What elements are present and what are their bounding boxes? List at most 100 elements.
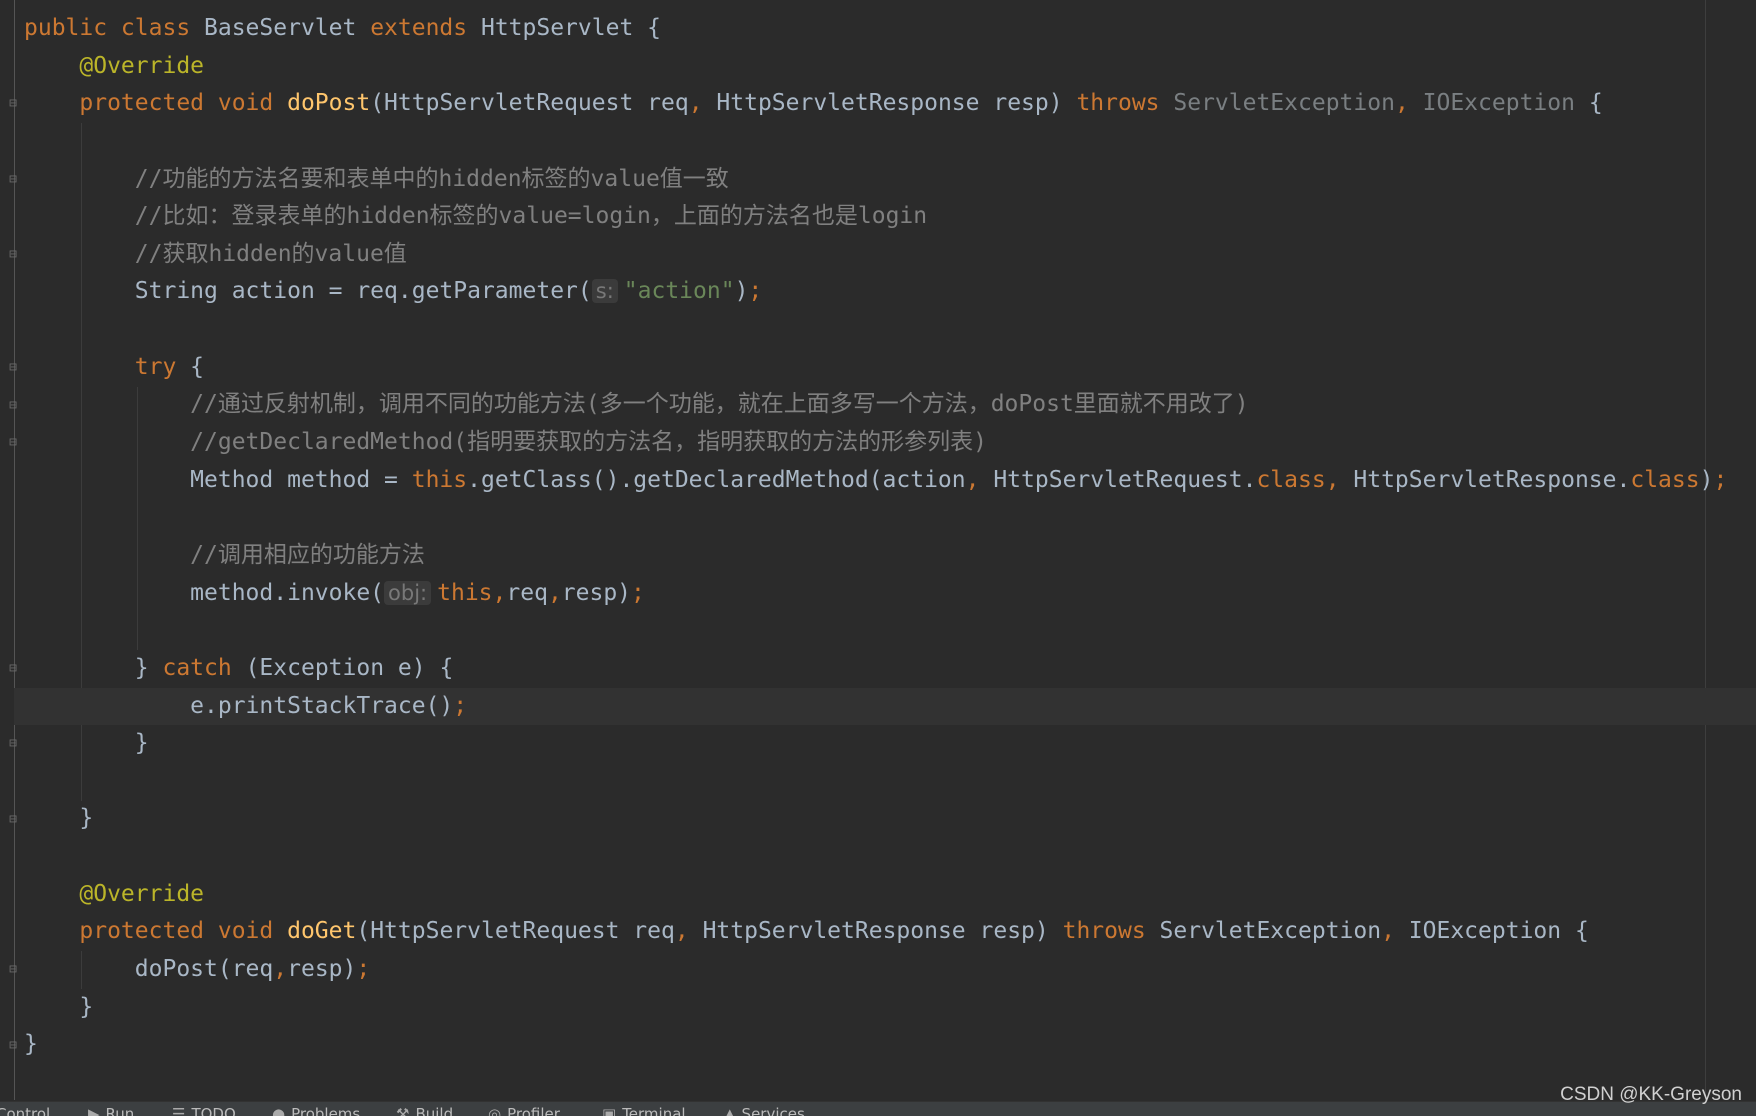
code-line[interactable]: public class BaseServlet extends HttpSer…	[24, 10, 1756, 48]
code-line[interactable]: }	[24, 725, 1756, 763]
profiler-icon: ◎	[488, 1105, 502, 1116]
code-token: ,	[1325, 466, 1354, 493]
code-line[interactable]: }	[24, 1026, 1756, 1064]
code-token: protected void	[79, 90, 288, 117]
run-icon: ▶	[88, 1105, 100, 1116]
code-line[interactable]	[24, 311, 1756, 349]
code-token: class	[1630, 466, 1700, 493]
code-token: throws	[1076, 90, 1174, 117]
code-token: )	[734, 278, 749, 305]
services-icon: ▲	[724, 1105, 736, 1116]
code-line[interactable]: }	[24, 989, 1756, 1027]
code-token: ,	[1394, 90, 1423, 117]
tool-window-label: Build	[415, 1105, 454, 1116]
fold-marker-icon[interactable]: ⊟	[7, 97, 19, 111]
code-line[interactable]: Method method = this.getClass().getDecla…	[24, 462, 1756, 500]
code-line[interactable]: doPost(req,resp);	[24, 951, 1756, 989]
code-line[interactable]: String action = req.getParameter(s: "acti…	[24, 273, 1756, 311]
code-token: (Exception e) {	[245, 654, 454, 681]
tool-window-label: Run	[105, 1105, 135, 1116]
fold-marker-icon[interactable]: ⊟	[7, 360, 19, 375]
tool-window-label: Services	[741, 1105, 805, 1116]
code-line[interactable]: }	[24, 800, 1756, 838]
code-token: this	[411, 466, 468, 493]
code-token: .getClass().getDeclaredMethod(action	[467, 466, 966, 493]
terminal-icon: ▣	[602, 1105, 617, 1116]
tool-window-services[interactable]: ▲ Services	[724, 1104, 805, 1116]
code-token: ;	[631, 579, 645, 606]
code-token: req	[506, 579, 548, 606]
code-line[interactable]: method.invoke(obj: this,req,resp);	[24, 575, 1756, 613]
code-line[interactable]: @Override	[24, 876, 1756, 914]
code-token: BaseServlet	[204, 15, 371, 41]
code-line[interactable]: protected void doPost(HttpServletRequest…	[24, 85, 1756, 123]
code-line[interactable]: e.printStackTrace();	[14, 687, 1756, 726]
tool-window-profiler[interactable]: ◎ Profiler	[488, 1104, 560, 1116]
code-line[interactable]: //功能的方法名要和表单中的hidden标签的value值一致	[24, 161, 1756, 199]
code-token: IOException	[1422, 90, 1589, 117]
fold-marker-icon[interactable]: ⊟	[7, 247, 19, 262]
code-token: {	[1588, 90, 1603, 117]
fold-marker-icon[interactable]: ⊟	[7, 398, 19, 413]
code-token: extends	[370, 15, 481, 41]
tool-window-todo[interactable]: ☰ TODO	[172, 1104, 236, 1116]
tool-window-run[interactable]: ▶ Run	[88, 1104, 134, 1116]
code-line[interactable]: //通过反射机制，调用不同的功能方法(多一个功能，就在上面多写一个方法，doPo…	[24, 386, 1756, 424]
fold-marker-icon[interactable]: ⊟	[7, 662, 19, 676]
code-token: doPost	[287, 90, 371, 117]
fold-marker-icon[interactable]: ⊟	[7, 812, 19, 827]
code-token: }	[134, 730, 149, 757]
code-token: ,	[547, 579, 562, 606]
parameter-hint: obj:	[384, 580, 432, 605]
code-token: //调用相应的功能方法	[190, 541, 425, 568]
tool-window-label: Terminal	[622, 1105, 686, 1116]
fold-marker-icon[interactable]: ⊟	[7, 737, 19, 751]
code-line[interactable]	[24, 499, 1756, 537]
code-token: ,	[674, 918, 703, 945]
code-token: ;	[1713, 466, 1728, 493]
tool-window-bar: Control ▶ Run ☰ TODO ● Problems ⚒ Build ◎ Profiler…	[0, 1101, 1756, 1116]
code-line[interactable]: //比如：登录表单的hidden标签的value=login，上面的方法名也是l…	[24, 198, 1756, 236]
code-token: //getDeclaredMethod(指明要获取的方法名，指明获取的方法的形参…	[190, 429, 987, 456]
code-line[interactable]	[24, 123, 1756, 161]
code-line[interactable]: } catch (Exception e) {	[24, 650, 1756, 688]
tool-window-build[interactable]: ⚒ Build	[396, 1104, 453, 1116]
code-token: catch	[162, 654, 246, 681]
code-token: ServletException	[1159, 918, 1382, 945]
code-token: HttpServletResponse.	[1353, 466, 1631, 493]
tool-window-problems[interactable]: ● Problems	[272, 1104, 360, 1116]
code-token: String action = req.getParameter(	[134, 278, 592, 305]
tool-window-label: Problems	[291, 1105, 361, 1116]
parameter-hint: s:	[591, 279, 618, 304]
fold-marker-icon[interactable]: ⊟	[7, 963, 19, 977]
code-token: ServletException	[1173, 90, 1395, 117]
code-line[interactable]	[24, 763, 1756, 801]
code-line[interactable]: //获取hidden的value值	[24, 236, 1756, 274]
code-token: //获取hidden的value值	[134, 240, 407, 267]
fold-marker-icon[interactable]: ⊟	[7, 436, 19, 450]
fold-marker-icon[interactable]: ⊟	[7, 1038, 19, 1053]
code-line[interactable]: @Override	[24, 48, 1756, 86]
code-line[interactable]: //getDeclaredMethod(指明要获取的方法名，指明获取的方法的形参…	[24, 424, 1756, 462]
tool-window-label: TODO	[191, 1105, 236, 1116]
code-editor[interactable]: public class BaseServlet extends HttpSer…	[14, 10, 1756, 1064]
code-token: IOException {	[1408, 918, 1589, 945]
tool-window-control[interactable]: Control	[0, 1104, 50, 1116]
code-token: )	[1699, 466, 1714, 493]
tool-window-terminal[interactable]: ▣ Terminal	[602, 1104, 686, 1116]
fold-marker-icon[interactable]: ⊟	[7, 172, 19, 187]
tool-window-label: Control	[0, 1105, 51, 1116]
code-token: resp)	[561, 579, 632, 606]
editor-gutter: ⊟ ⊟ ⊟ ⊟ ⊟ ⊟ ⊟ ⊟ ⊟ ⊟ ⊟	[0, 0, 22, 1103]
code-token: class	[1256, 466, 1326, 493]
code-line[interactable]	[24, 838, 1756, 876]
code-line[interactable]: //调用相应的功能方法	[24, 537, 1756, 575]
code-line[interactable]: protected void doGet(HttpServletRequest …	[24, 913, 1756, 951]
code-token: throws	[1062, 918, 1160, 945]
code-line[interactable]	[24, 612, 1756, 650]
code-token: ;	[453, 692, 468, 719]
code-token: ;	[356, 956, 371, 983]
code-line[interactable]: try {	[24, 349, 1756, 387]
code-token: (HttpServletRequest req	[356, 918, 675, 945]
code-token: ,	[1381, 918, 1409, 945]
